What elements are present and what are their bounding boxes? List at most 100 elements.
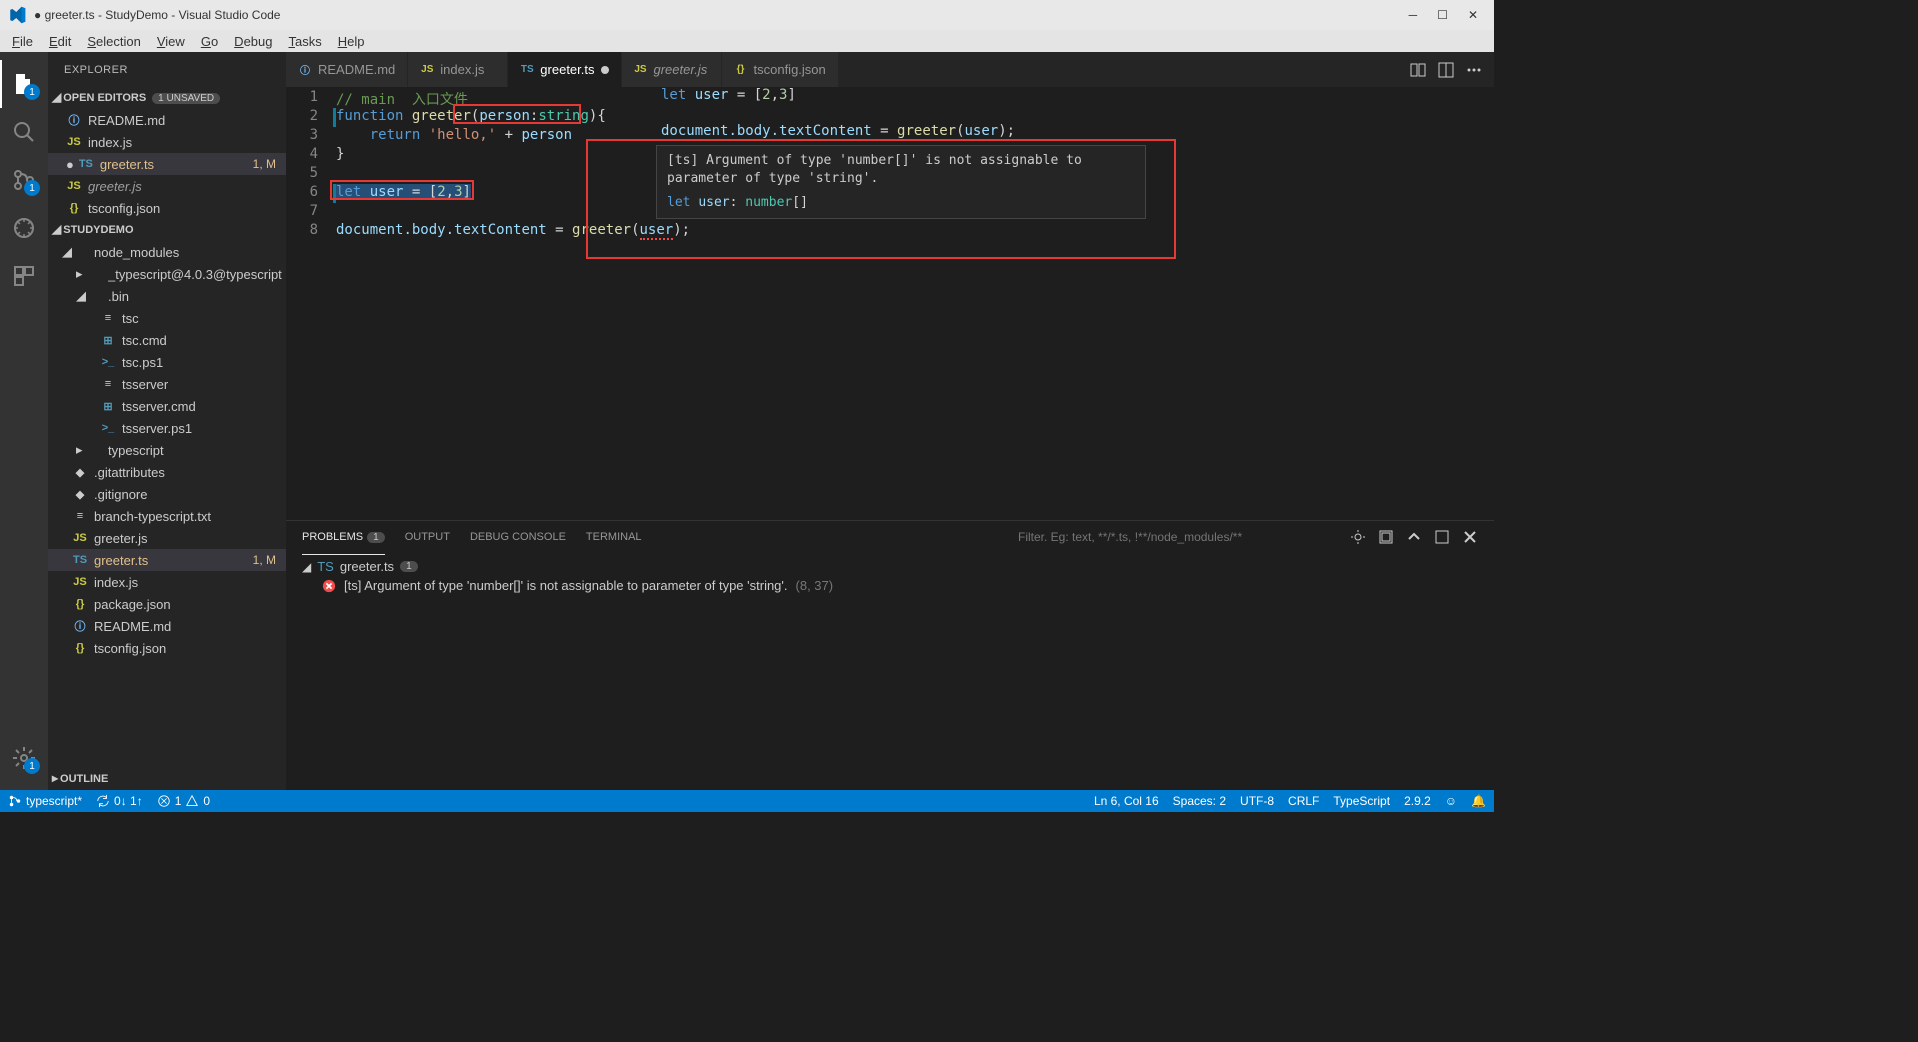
menu-tasks[interactable]: Tasks <box>280 33 329 50</box>
more-icon[interactable] <box>1466 62 1482 78</box>
info-file-icon: ⓘ <box>66 112 82 128</box>
menu-edit[interactable]: Edit <box>41 33 79 50</box>
sidebar-title: EXPLORER <box>48 52 286 87</box>
json-file-icon: {} <box>734 63 748 77</box>
tree-item[interactable]: JSgreeter.js <box>48 527 286 549</box>
tree-item[interactable]: ◢.bin <box>48 285 286 307</box>
compare-icon[interactable] <box>1410 62 1426 78</box>
status-eol[interactable]: CRLF <box>1288 794 1319 808</box>
line-number: 5 <box>286 165 336 184</box>
problems-filter-input[interactable] <box>1018 530 1318 544</box>
search-icon <box>12 120 36 144</box>
open-editor-item[interactable]: {}tsconfig.json <box>48 197 286 219</box>
tree-item[interactable]: ⊞tsserver.cmd <box>48 395 286 417</box>
menu-selection[interactable]: Selection <box>79 33 148 50</box>
close-panel-icon[interactable] <box>1462 529 1478 545</box>
code[interactable]: // main 入口文件 function greeter(person:str… <box>336 87 690 520</box>
js-icon: JS <box>72 574 88 590</box>
tree-item[interactable]: TSgreeter.ts1, M <box>48 549 286 571</box>
statusbar: typescript* 0↓ 1↑ 1 0 Ln 6, Col 16 Space… <box>0 790 1494 812</box>
sidebar: EXPLORER ◢ OPEN EDITORS 1 UNSAVED ⓘREADM… <box>48 52 286 790</box>
tree-item[interactable]: ◆.gitignore <box>48 483 286 505</box>
status-language[interactable]: TypeScript <box>1333 794 1390 808</box>
folder-icon <box>86 442 102 458</box>
tree-item[interactable]: ▸typescript <box>48 439 286 461</box>
tree-item[interactable]: ≡tsserver <box>48 373 286 395</box>
tree-item[interactable]: ◆.gitattributes <box>48 461 286 483</box>
extensions-icon <box>12 264 36 288</box>
tree-item[interactable]: ≡tsc <box>48 307 286 329</box>
gear-icon[interactable] <box>1350 529 1366 545</box>
editor-tab[interactable]: JSindex.js <box>408 52 508 87</box>
split-icon[interactable] <box>1438 62 1454 78</box>
project-header[interactable]: ◢ STUDYDEMO <box>48 219 286 241</box>
open-editor-item[interactable]: JSgreeter.js <box>48 175 286 197</box>
activity-scm[interactable]: 1 <box>0 156 48 204</box>
minimap[interactable] <box>1480 87 1494 520</box>
line-number: 7 <box>286 203 336 222</box>
open-editor-item[interactable]: ●TSgreeter.ts1, M <box>48 153 286 175</box>
json-icon: {} <box>72 596 88 612</box>
maximize-panel-icon[interactable] <box>1434 529 1450 545</box>
status-feedback[interactable]: ☺ <box>1445 794 1457 808</box>
json-icon: {} <box>72 640 88 656</box>
chevron-down-icon: ◢ <box>76 288 86 304</box>
file-icon: ≡ <box>100 310 116 326</box>
activity-search[interactable] <box>0 108 48 156</box>
panel-tab-terminal[interactable]: TERMINAL <box>586 527 642 547</box>
tree-item[interactable]: >_tsc.ps1 <box>48 351 286 373</box>
tree-item[interactable]: ▸_typescript@4.0.3@typescript <box>48 263 286 285</box>
line-number: 3 <box>286 127 336 146</box>
activity-extensions[interactable] <box>0 252 48 300</box>
panel-tab-output[interactable]: OUTPUT <box>405 527 450 547</box>
status-spaces[interactable]: Spaces: 2 <box>1173 794 1226 808</box>
line-number: 6 <box>286 184 336 203</box>
open-editor-item[interactable]: JSindex.js <box>48 131 286 153</box>
status-branch[interactable]: typescript* <box>8 794 82 808</box>
tree-item[interactable]: {}package.json <box>48 593 286 615</box>
tree-item[interactable]: ⓘREADME.md <box>48 615 286 637</box>
editor-tab[interactable]: JSgreeter.js <box>622 52 722 87</box>
ts-file-icon: TS <box>520 63 534 77</box>
chevron-down-icon: ◢ <box>52 222 61 236</box>
menu-file[interactable]: File <box>4 33 41 50</box>
open-editor-item[interactable]: ⓘREADME.md <box>48 109 286 131</box>
activity-debug[interactable] <box>0 204 48 252</box>
menu-go[interactable]: Go <box>193 33 226 50</box>
editor-tab[interactable]: {}tsconfig.json <box>722 52 839 87</box>
tree-item[interactable]: {}tsconfig.json <box>48 637 286 659</box>
txt-icon: ≡ <box>72 508 88 524</box>
minimize-icon[interactable]: ─ <box>1409 8 1418 22</box>
debug-icon <box>12 216 36 240</box>
panel-tab-problems[interactable]: PROBLEMS1 <box>302 527 385 547</box>
chevron-up-icon[interactable] <box>1406 529 1422 545</box>
maximize-icon[interactable]: ☐ <box>1437 8 1448 22</box>
status-notifications[interactable]: 🔔 <box>1471 794 1486 808</box>
menu-debug[interactable]: Debug <box>226 33 280 50</box>
activity-explorer[interactable]: 1 <box>0 60 48 108</box>
editor-tab[interactable]: TSgreeter.ts <box>508 52 621 87</box>
status-sync[interactable]: 0↓ 1↑ <box>96 794 143 808</box>
editor-body[interactable]: 12345678 // main 入口文件 function greeter(p… <box>286 87 1494 520</box>
tree-item[interactable]: >_tsserver.ps1 <box>48 417 286 439</box>
menu-view[interactable]: View <box>149 33 193 50</box>
activity-settings[interactable]: 1 <box>0 734 48 782</box>
panel-tab-debug[interactable]: DEBUG CONSOLE <box>470 527 566 547</box>
status-problems[interactable]: 1 0 <box>157 794 210 808</box>
status-ts-version[interactable]: 2.9.2 <box>1404 794 1431 808</box>
tree-item[interactable]: JSindex.js <box>48 571 286 593</box>
sync-icon <box>96 794 110 808</box>
problem-file-header[interactable]: ◢ TS greeter.ts 1 <box>286 557 1494 576</box>
status-cursor[interactable]: Ln 6, Col 16 <box>1094 794 1159 808</box>
editor-tab[interactable]: ⓘREADME.md <box>286 52 408 87</box>
tree-item[interactable]: ◢node_modules <box>48 241 286 263</box>
outline-header[interactable]: ▸ OUTLINE <box>48 768 286 790</box>
status-encoding[interactable]: UTF-8 <box>1240 794 1274 808</box>
collapse-icon[interactable] <box>1378 529 1394 545</box>
menu-help[interactable]: Help <box>330 33 373 50</box>
problem-item[interactable]: [ts] Argument of type 'number[]' is not … <box>286 576 1494 595</box>
tree-item[interactable]: ⊞tsc.cmd <box>48 329 286 351</box>
close-icon[interactable]: ✕ <box>1468 8 1478 22</box>
open-editors-header[interactable]: ◢ OPEN EDITORS 1 UNSAVED <box>48 87 286 109</box>
tree-item[interactable]: ≡branch-typescript.txt <box>48 505 286 527</box>
